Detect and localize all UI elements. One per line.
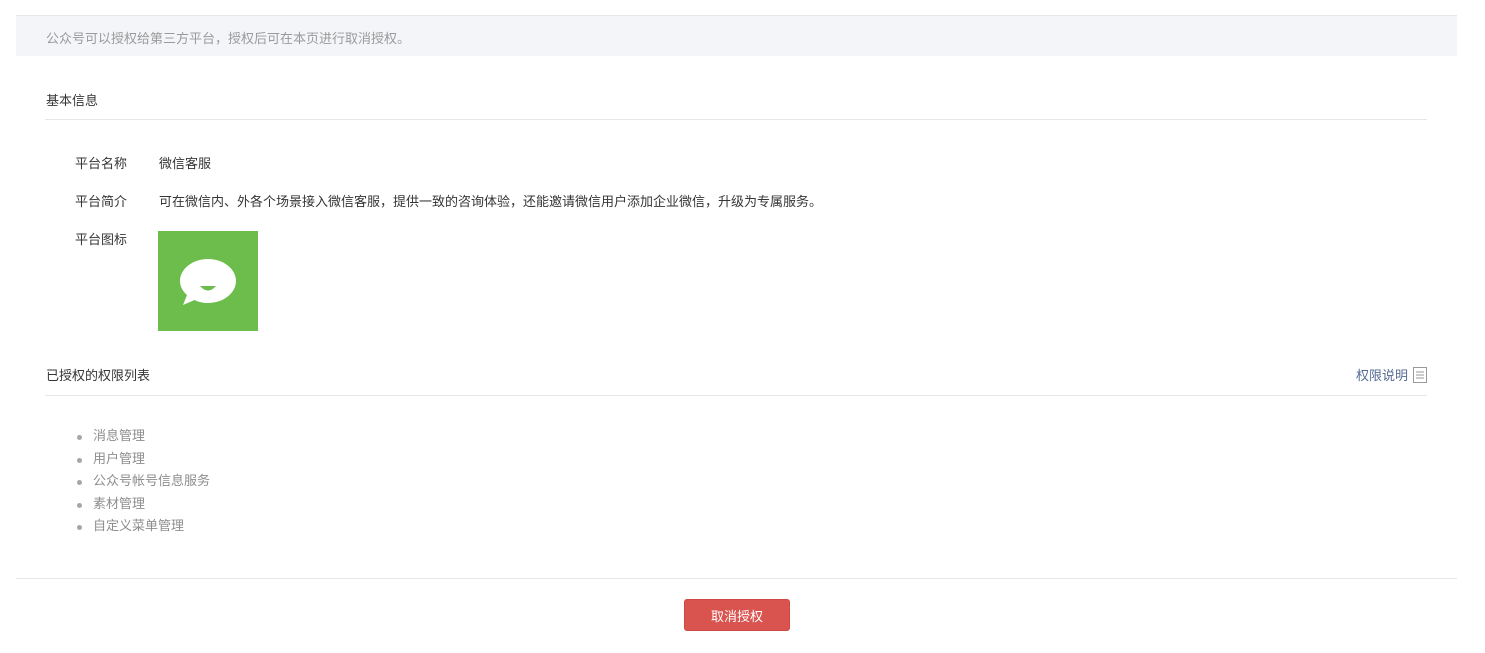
permissions-title: 已授权的权限列表 <box>46 369 151 384</box>
document-icon <box>1413 366 1427 383</box>
permission-item-material-management: 素材管理 <box>75 494 210 517</box>
authorization-detail-page: 公众号可以授权给第三方平台，授权后可在本页进行取消授权。 基本信息 平台名称 微… <box>0 0 1485 653</box>
permissions-divider <box>45 395 1427 396</box>
wechat-customer-service-chat-bubble-icon <box>158 231 258 331</box>
permission-item-custom-menu-management: 自定义菜单管理 <box>75 516 210 539</box>
basic-info-title: 基本信息 <box>46 94 99 109</box>
platform-icon-label: 平台图标 <box>75 233 128 248</box>
permission-help-label: 权限说明 <box>1355 369 1408 384</box>
permission-list: 消息管理 用户管理 公众号帐号信息服务 素材管理 自定义菜单管理 <box>75 426 210 539</box>
notice-bar: 公众号可以授权给第三方平台，授权后可在本页进行取消授权。 <box>16 15 1457 56</box>
footer-divider <box>16 578 1457 579</box>
platform-name-value: 微信客服 <box>159 157 212 172</box>
permission-help-link[interactable]: 权限说明 <box>1356 365 1427 384</box>
platform-intro-label: 平台简介 <box>75 195 128 210</box>
permission-item-user-management: 用户管理 <box>75 449 210 472</box>
cancel-authorization-button[interactable]: 取消授权 <box>684 599 790 631</box>
notice-text: 公众号可以授权给第三方平台，授权后可在本页进行取消授权。 <box>46 32 411 47</box>
permission-item-account-info-service: 公众号帐号信息服务 <box>75 471 210 494</box>
basic-info-divider <box>45 119 1427 120</box>
platform-name-label: 平台名称 <box>75 157 128 172</box>
permission-item-message-management: 消息管理 <box>75 426 210 449</box>
platform-intro-value: 可在微信内、外各个场景接入微信客服，提供一致的咨询体验，还能邀请微信用户添加企业… <box>159 195 823 210</box>
